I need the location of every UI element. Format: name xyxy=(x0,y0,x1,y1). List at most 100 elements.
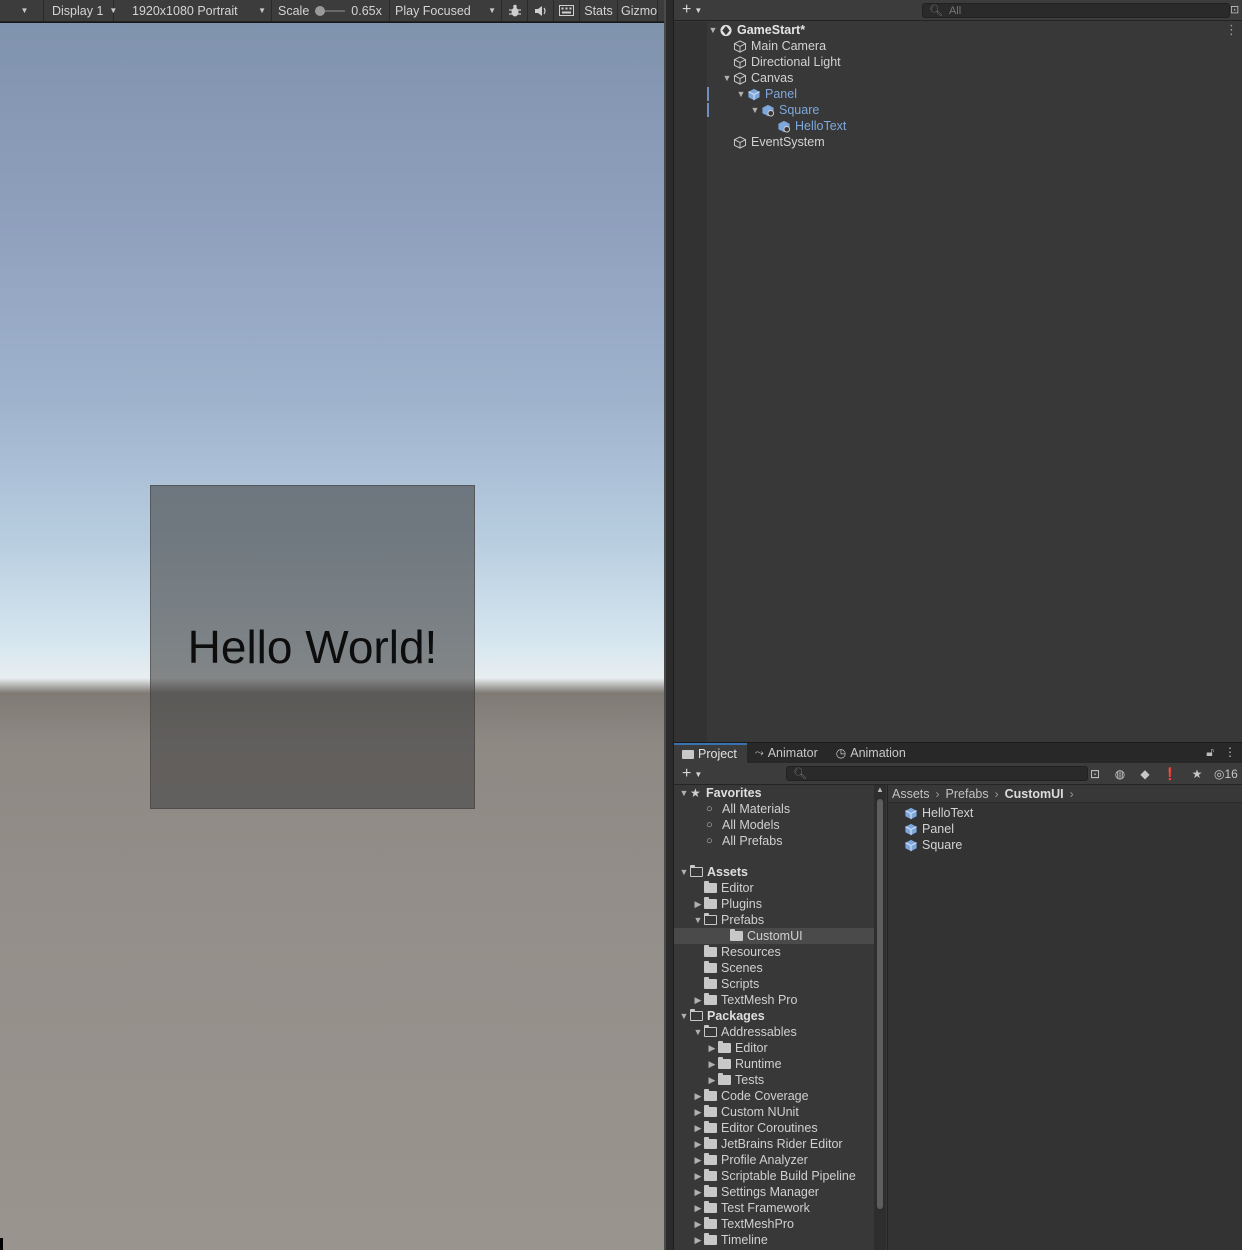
scene-row-gamestart[interactable]: ▼ GameStart* xyxy=(707,22,806,38)
expand-arrow-icon[interactable]: ▶ xyxy=(692,1203,704,1214)
expand-arrow-icon[interactable]: ▼ xyxy=(749,105,761,115)
hidden-packages-toggle[interactable]: ◎ 16 xyxy=(1214,765,1242,783)
asset-panel[interactable]: Panel xyxy=(904,821,954,837)
tree-resources[interactable]: Resources xyxy=(692,944,892,960)
expand-arrow-icon[interactable]: ▶ xyxy=(692,1123,704,1134)
expand-arrow-icon[interactable]: ▶ xyxy=(692,1219,704,1230)
search-by-type-icon[interactable]: ⊡ xyxy=(1084,765,1106,783)
tree-scenes[interactable]: Scenes xyxy=(692,960,892,976)
hierarchy-item-directional-light[interactable]: Directional Light xyxy=(733,54,841,70)
asset-square[interactable]: Square xyxy=(904,837,962,853)
audio-mute-icon[interactable] xyxy=(528,0,554,21)
expand-arrow-icon[interactable]: ▶ xyxy=(692,1171,704,1182)
project-search-input[interactable]: 🔍︎ xyxy=(786,766,1088,781)
tree-settings-manager[interactable]: ▶ Settings Manager xyxy=(692,1184,892,1200)
bug-icon[interactable] xyxy=(502,0,528,21)
asset-hellotext[interactable]: HelloText xyxy=(904,805,973,821)
item-label: HelloText xyxy=(795,119,847,133)
hierarchy-item-square[interactable]: ▼ Square xyxy=(749,102,820,118)
resolution-dropdown[interactable]: 1920x1080 Portrait ▼ xyxy=(114,0,272,21)
tree-custom-nunit[interactable]: ▶ Custom NUnit xyxy=(692,1104,892,1120)
expand-arrow-icon[interactable]: ▶ xyxy=(706,1043,718,1054)
tree-prefabs[interactable]: ▼ Prefabs xyxy=(692,912,892,928)
expand-arrow-icon[interactable]: ▼ xyxy=(678,867,690,877)
hierarchy-item-canvas[interactable]: ▼ Canvas xyxy=(721,70,794,86)
favorite-star-icon[interactable]: ★ xyxy=(1186,765,1208,783)
tree-test-framework[interactable]: ▶ Test Framework xyxy=(692,1200,892,1216)
expand-arrow-icon[interactable]: ▶ xyxy=(706,1075,718,1086)
expand-arrow-icon[interactable]: ▶ xyxy=(692,1235,704,1246)
panel-splitter[interactable] xyxy=(664,0,674,1250)
breadcrumb-prefabs[interactable]: Prefabs xyxy=(946,787,989,801)
keyboard-icon[interactable] xyxy=(554,0,580,21)
hierarchy-search-input[interactable]: 🔍︎ All xyxy=(922,3,1230,18)
expand-arrow-icon[interactable]: ▶ xyxy=(692,1107,704,1118)
expand-arrow-icon[interactable]: ▼ xyxy=(707,25,719,35)
tree-scriptable-build[interactable]: ▶ Scriptable Build Pipeline xyxy=(692,1168,892,1184)
tree-label: TextMesh Pro xyxy=(721,993,798,1007)
expand-arrow-icon[interactable]: ▶ xyxy=(692,1187,704,1198)
create-button[interactable]: + ▼ xyxy=(674,1,702,19)
hierarchy-item-panel[interactable]: ▼ Panel xyxy=(735,86,797,102)
tree-profile-analyzer[interactable]: ▶ Profile Analyzer xyxy=(692,1152,892,1168)
tree-textmesh-pro[interactable]: ▶ TextMesh Pro xyxy=(692,992,892,1008)
hierarchy-item-eventsystem[interactable]: EventSystem xyxy=(733,134,825,150)
scroll-up-arrow-icon[interactable]: ▲ xyxy=(876,785,884,794)
game-toolbar: ▼ Display 1 ▼ 1920x1080 Portrait ▼ Scale… xyxy=(0,0,672,22)
lock-icon[interactable]: 🔓︎ xyxy=(1206,745,1214,760)
more-options-icon[interactable]: ⋮ xyxy=(1225,22,1238,38)
tree-plugins[interactable]: ▶ Plugins xyxy=(692,896,892,912)
tree-assets[interactable]: ▼ Assets xyxy=(678,864,878,880)
expand-arrow-icon[interactable]: ▶ xyxy=(692,1091,704,1102)
play-mode-dropdown[interactable]: Play Focused ▼ xyxy=(390,0,502,21)
expand-arrow-icon[interactable]: ▼ xyxy=(735,89,747,99)
tree-scripts[interactable]: Scripts xyxy=(692,976,892,992)
game-viewport[interactable]: Hello World! xyxy=(0,23,664,1250)
scale-control[interactable]: Scale 0.65x xyxy=(272,0,390,21)
expand-arrow-icon[interactable]: ▼ xyxy=(721,73,733,83)
tree-textmeshpro[interactable]: ▶ TextMeshPro xyxy=(692,1216,892,1232)
expand-arrow-icon[interactable]: ▶ xyxy=(692,899,704,910)
hierarchy-item-main-camera[interactable]: Main Camera xyxy=(733,38,826,54)
expand-arrow-icon[interactable]: ▶ xyxy=(692,1139,704,1150)
tree-label: TextMeshPro xyxy=(721,1217,794,1231)
tree-timeline[interactable]: ▶ Timeline xyxy=(692,1232,892,1248)
tab-project[interactable]: Project xyxy=(674,743,747,763)
expand-arrow-icon[interactable]: ▶ xyxy=(706,1059,718,1070)
expand-arrow-icon[interactable]: ▼ xyxy=(692,1027,704,1037)
tree-code-coverage[interactable]: ▶ Code Coverage xyxy=(692,1088,892,1104)
tab-animator[interactable]: ⤳ Animator xyxy=(747,743,828,763)
search-options-icon[interactable]: ⊡ xyxy=(1230,3,1242,19)
tree-label: Profile Analyzer xyxy=(721,1153,808,1167)
log-types-icon[interactable]: ❗ xyxy=(1159,765,1181,783)
more-options-icon[interactable]: ⋮ xyxy=(1224,745,1236,760)
hierarchy-item-hellotext[interactable]: HelloText xyxy=(777,118,846,134)
expand-arrow-icon[interactable]: ▶ xyxy=(692,995,704,1006)
tree-editor-coroutines[interactable]: ▶ Editor Coroutines xyxy=(692,1120,892,1136)
label-tag-icon[interactable]: ◆ xyxy=(1134,765,1156,783)
tree-scrollbar[interactable]: ▲ xyxy=(874,785,886,1250)
game-menu-dropdown[interactable]: ▼ xyxy=(0,0,44,21)
expand-arrow-icon[interactable]: ▼ xyxy=(692,915,704,925)
breadcrumb-customui[interactable]: CustomUI xyxy=(1005,787,1064,801)
display-dropdown[interactable]: Display 1 ▼ xyxy=(44,0,117,21)
tree-addressables[interactable]: ▼ Addressables xyxy=(692,1024,892,1040)
filter-type-icon[interactable]: ◍ xyxy=(1109,765,1131,783)
expand-arrow-icon[interactable]: ▼ xyxy=(678,1011,690,1021)
search-icon: ○ xyxy=(706,803,713,815)
tab-animation[interactable]: ◷ Animation xyxy=(828,743,916,763)
scale-slider[interactable] xyxy=(315,5,346,16)
hidden-count: 16 xyxy=(1224,767,1238,781)
scroll-thumb[interactable] xyxy=(877,799,883,1209)
tree-packages[interactable]: ▼ Packages xyxy=(678,1008,878,1024)
gameobject-cube-icon xyxy=(733,135,747,149)
expand-arrow-icon[interactable]: ▶ xyxy=(692,1155,704,1166)
tree-favorites[interactable]: ▼ ★ Favorites xyxy=(678,785,878,801)
tree-jetbrains-rider[interactable]: ▶ JetBrains Rider Editor xyxy=(692,1136,892,1152)
gizmos-button[interactable]: Gizmo xyxy=(618,0,658,21)
stats-button[interactable]: Stats xyxy=(580,0,618,21)
breadcrumb-assets[interactable]: Assets xyxy=(892,787,930,801)
tree-editor[interactable]: Editor xyxy=(692,880,892,896)
tree-customui[interactable]: CustomUI xyxy=(674,928,874,944)
expand-arrow-icon[interactable]: ▼ xyxy=(678,788,690,798)
